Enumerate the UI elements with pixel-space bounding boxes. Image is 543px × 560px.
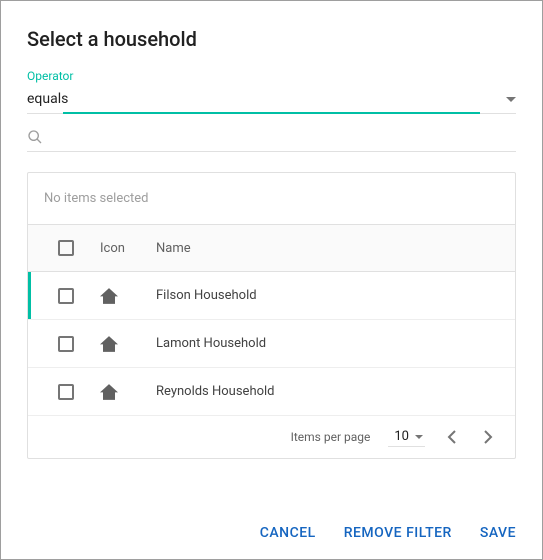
search-input[interactable] xyxy=(51,129,516,145)
row-checkbox[interactable] xyxy=(58,288,74,304)
row-name: Filson Household xyxy=(156,288,515,303)
house-icon xyxy=(100,384,156,400)
select-all-checkbox[interactable] xyxy=(58,240,74,256)
column-name-header[interactable]: Name xyxy=(156,241,515,256)
save-button[interactable]: SAVE xyxy=(480,525,516,541)
operator-underline xyxy=(27,113,516,115)
no-items-selected: No items selected xyxy=(28,173,515,224)
search-field[interactable] xyxy=(27,129,516,152)
search-icon xyxy=(27,129,43,145)
operator-label: Operator xyxy=(27,69,516,83)
row-checkbox[interactable] xyxy=(58,336,74,352)
row-name: Lamont Household xyxy=(156,336,515,351)
remove-filter-button[interactable]: REMOVE FILTER xyxy=(344,525,452,541)
household-table: No items selected Icon Name Filson House… xyxy=(27,172,516,459)
table-header-row: Icon Name xyxy=(28,224,515,272)
row-name: Reynolds Household xyxy=(156,384,515,399)
column-icon-header[interactable]: Icon xyxy=(100,241,156,256)
operator-select[interactable]: equals xyxy=(27,85,516,113)
pagination: Items per page 10 xyxy=(28,416,515,458)
page-size-select[interactable]: 10 xyxy=(388,427,425,447)
select-household-dialog: Select a household Operator equals No it… xyxy=(0,0,543,560)
items-per-page-label: Items per page xyxy=(291,430,371,444)
dialog-actions: CANCEL REMOVE FILTER SAVE xyxy=(27,505,516,541)
dropdown-arrow-icon xyxy=(506,97,516,102)
house-icon xyxy=(100,288,156,304)
next-page-button[interactable] xyxy=(479,426,497,448)
row-checkbox[interactable] xyxy=(58,384,74,400)
table-row[interactable]: Filson Household xyxy=(28,272,515,320)
house-icon xyxy=(100,336,156,352)
cancel-button[interactable]: CANCEL xyxy=(260,525,316,541)
page-size-value: 10 xyxy=(394,429,409,444)
prev-page-button[interactable] xyxy=(443,426,461,448)
dropdown-arrow-icon xyxy=(415,435,423,439)
table-row[interactable]: Lamont Household xyxy=(28,320,515,368)
dialog-title: Select a household xyxy=(27,27,516,51)
table-row[interactable]: Reynolds Household xyxy=(28,368,515,416)
operator-value: equals xyxy=(27,91,506,107)
table-body: Filson Household Lamont Household Reynol… xyxy=(28,272,515,416)
